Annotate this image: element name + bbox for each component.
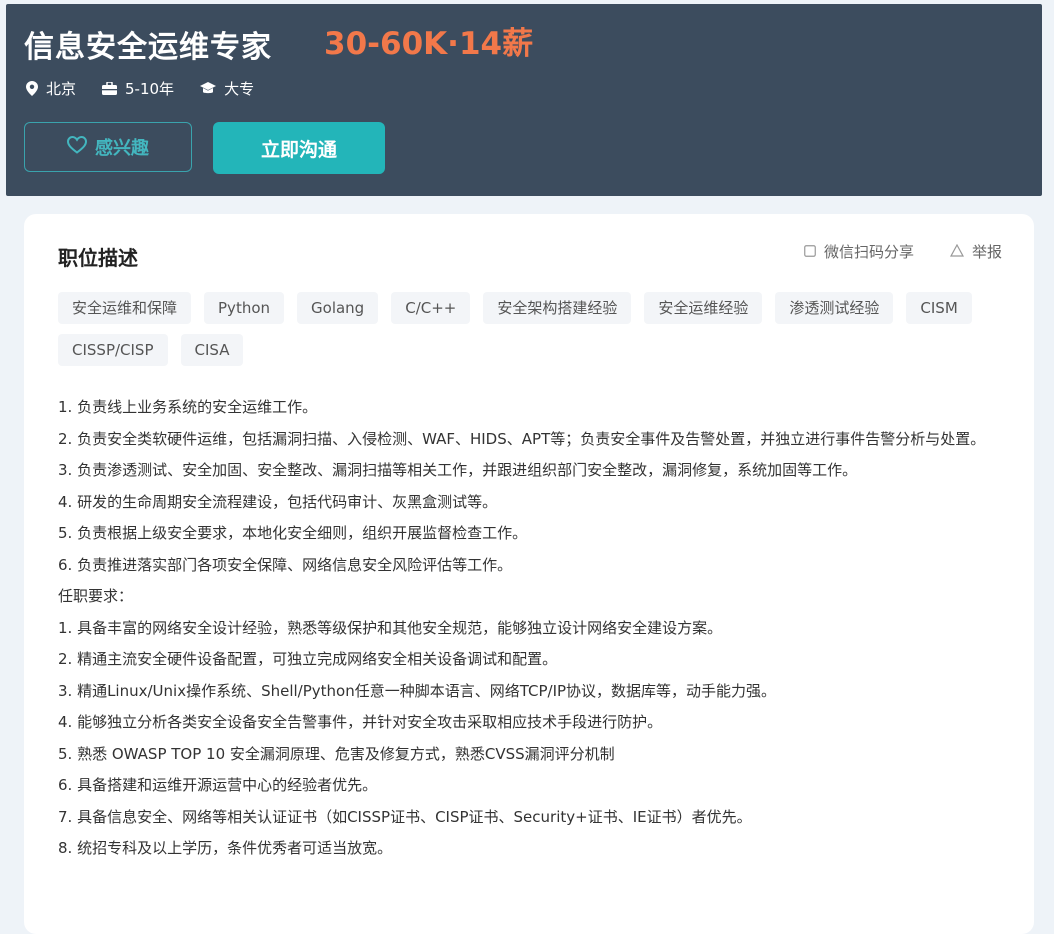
description-line: 4. 研发的生命周期安全流程建设，包括代码审计、灰黑盒测试等。 — [58, 492, 498, 511]
requirement-line: 2. 精通主流安全硬件设备配置，可独立完成网络安全相关设备调试和配置。 — [58, 650, 558, 668]
requirement-line: 1. 具备丰富的网络安全设计经验，熟悉等级保护和其他安全规范，能够独立设计网络安… — [58, 618, 723, 637]
warning-icon — [949, 243, 964, 261]
job-description: 1. 负责线上业务系统的安全运维工作。 2. 负责安全类软硬件运维，包括漏洞扫描… — [58, 392, 1008, 865]
interest-button[interactable]: 感兴趣 — [24, 122, 192, 172]
section-title: 职位描述 — [58, 246, 138, 270]
share-label: 微信扫码分享 — [823, 243, 914, 261]
chat-now-button[interactable]: 立即沟通 — [213, 122, 385, 174]
job-header: 信息安全运维专家 30-60K·14薪 北京 5-10年 大专 感兴趣 立即沟通 — [6, 4, 1042, 196]
salary: 30-60K·14薪 — [324, 26, 534, 62]
report-label: 举报 — [971, 243, 1002, 261]
requirement-line: 5. 熟悉 OWASP TOP 10 安全漏洞原理、危害及修复方式，熟悉CVSS… — [58, 744, 615, 763]
requirement-line: 6. 具备搭建和运维开源运营中心的经验者优先。 — [58, 776, 378, 794]
requirement-line: 8. 统招专科及以上学历，条件优秀者可适当放宽。 — [58, 839, 393, 857]
description-line: 2. 负责安全类软硬件运维，包括漏洞扫描、入侵检测、WAF、HIDS、APT等；… — [58, 429, 986, 448]
heart-icon — [66, 135, 88, 159]
requirements-heading: 任职要求： — [58, 587, 134, 605]
graduation-cap-icon — [200, 82, 217, 95]
job-description-card: 职位描述 微信扫码分享 举报 安全运维和保障 Python Golang C/C… — [24, 214, 1034, 934]
skill-tag: Golang — [297, 292, 379, 324]
experience-text: 5-10年 — [125, 80, 175, 98]
requirement-line: 3. 精通Linux/Unix操作系统、Shell/Python任意一种脚本语言… — [58, 681, 777, 700]
description-line: 5. 负责根据上级安全要求，本地化安全细则，组织开展监督检查工作。 — [58, 524, 528, 542]
skill-tag: 安全架构搭建经验 — [483, 292, 632, 324]
briefcase-icon — [102, 82, 118, 95]
skill-tag: 渗透测试经验 — [775, 292, 894, 324]
job-meta: 北京 5-10年 大专 — [26, 78, 254, 99]
skill-tag: CISM — [906, 292, 972, 324]
skill-tag: 安全运维和保障 — [58, 292, 192, 324]
skill-tag: 安全运维经验 — [644, 292, 763, 324]
location-meta: 北京 — [26, 78, 76, 99]
requirement-line: 7. 具备信息安全、网络等相关认证证书（如CISSP证书、CISP证书、Secu… — [58, 807, 752, 826]
education-text: 大专 — [224, 80, 255, 98]
qr-code-icon — [804, 243, 816, 261]
experience-meta: 5-10年 — [102, 78, 174, 99]
wechat-share-button[interactable]: 微信扫码分享 — [804, 241, 914, 262]
description-line: 6. 负责推进落实部门各项安全保障、网络信息安全风险评估等工作。 — [58, 555, 513, 574]
location-text: 北京 — [46, 80, 77, 98]
skill-tag: CISSP/CISP — [58, 334, 168, 366]
interest-label: 感兴趣 — [95, 138, 149, 159]
skill-tags: 安全运维和保障 Python Golang C/C++ 安全架构搭建经验 安全运… — [58, 292, 1008, 366]
education-meta: 大专 — [200, 78, 254, 99]
job-title: 信息安全运维专家 — [24, 30, 272, 65]
skill-tag: C/C++ — [391, 292, 471, 324]
location-pin-icon — [26, 81, 38, 96]
card-actions: 微信扫码分享 举报 — [804, 241, 1002, 262]
requirement-line: 4. 能够独立分析各类安全设备安全告警事件，并针对安全攻击采取相应技术手段进行防… — [58, 713, 663, 731]
skill-tag: Python — [204, 292, 285, 324]
skill-tag: CISA — [180, 334, 244, 366]
description-line: 3. 负责渗透测试、安全加固、安全整改、漏洞扫描等相关工作，并跟进组织部门安全整… — [58, 461, 858, 479]
description-line: 1. 负责线上业务系统的安全运维工作。 — [58, 398, 318, 416]
report-button[interactable]: 举报 — [949, 241, 1002, 262]
